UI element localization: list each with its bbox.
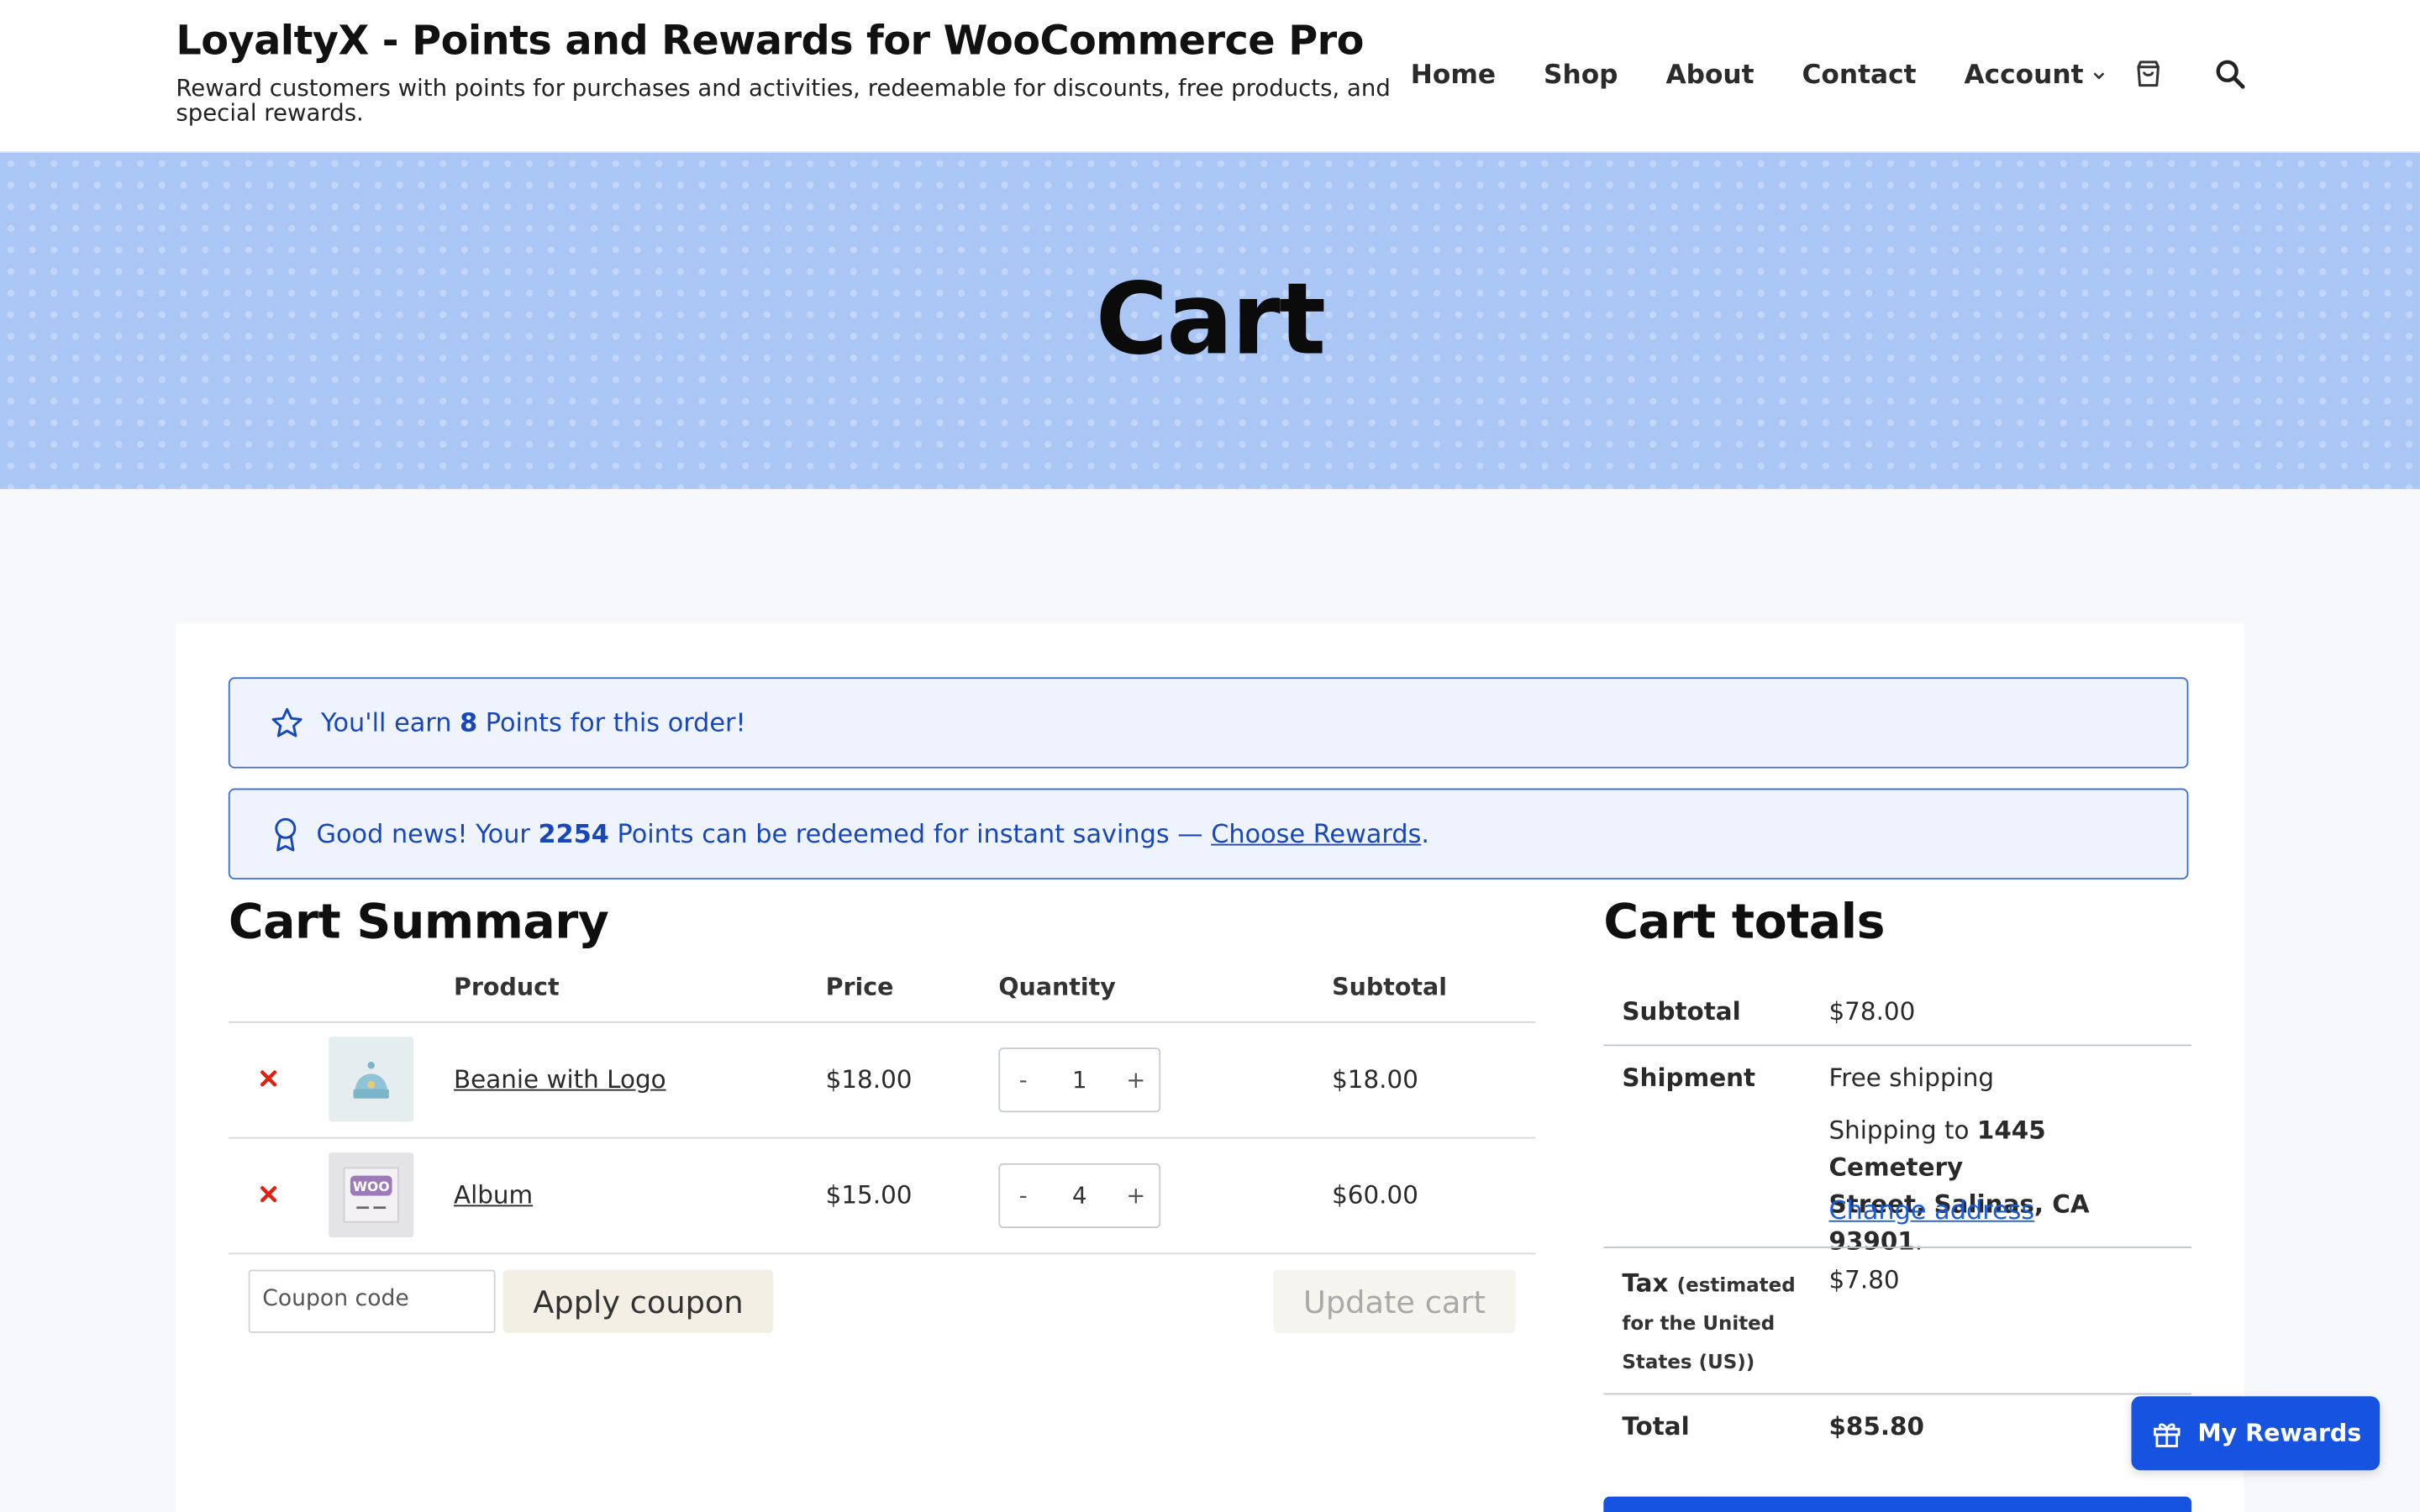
site-title[interactable]: LoyaltyX - Points and Rewards for WooCom… <box>176 18 1364 65</box>
item-price: $15.00 <box>825 1180 913 1210</box>
item-price: $18.00 <box>825 1064 913 1095</box>
remove-item-icon[interactable] <box>258 1068 280 1089</box>
tax-note: for the United <box>1622 1311 1776 1335</box>
quantity-value[interactable]: 1 <box>1049 1066 1110 1094</box>
change-address-link[interactable]: Change address <box>1828 1195 2034 1225</box>
nav-about[interactable]: About <box>1665 60 1754 92</box>
my-rewards-label: My Rewards <box>2197 1419 2362 1447</box>
site-header: LoyaltyX - Points and Rewards for WooCom… <box>0 0 2420 153</box>
totals-divider <box>1603 1247 2192 1248</box>
total-label: Total <box>1622 1411 1690 1441</box>
product-link-album[interactable]: Album <box>454 1180 533 1210</box>
tax-note: States (US)) <box>1622 1350 1755 1373</box>
subtotal-label: Subtotal <box>1622 996 1741 1026</box>
table-divider <box>228 1021 1536 1023</box>
nav-contact[interactable]: Contact <box>1802 60 1917 92</box>
coupon-code-input[interactable]: Coupon code <box>248 1269 496 1333</box>
cart-summary-heading: Cart Summary <box>228 895 609 951</box>
quantity-increment-button[interactable]: + <box>1113 1182 1159 1210</box>
cart-icon[interactable] <box>2131 57 2165 91</box>
site-tagline: Reward customers with points for purchas… <box>176 74 1391 127</box>
quantity-stepper[interactable]: - 1 + <box>998 1047 1161 1113</box>
nav-account-label: Account <box>1964 60 2084 92</box>
nav-shop[interactable]: Shop <box>1544 60 1618 92</box>
shipping-method: Free shipping <box>1828 1063 1995 1093</box>
item-subtotal: $18.00 <box>1332 1064 1418 1095</box>
redeem-text-post: . <box>1421 819 1430 849</box>
row-divider <box>228 1137 1536 1139</box>
album-thumbnail[interactable]: WOO <box>329 1152 414 1238</box>
totals-divider <box>1603 1393 2192 1395</box>
main-nav: Home Shop About Contact Account <box>1411 55 2154 96</box>
star-icon <box>271 707 302 737</box>
earn-text-pre: You'll earn <box>321 708 452 738</box>
redeem-text-mid: Points can be redeemed for instant savin… <box>608 819 1212 849</box>
total-value: $85.80 <box>1828 1411 1924 1441</box>
item-subtotal: $60.00 <box>1332 1180 1418 1210</box>
tax-label-block: Tax (estimated for the United States (US… <box>1622 1265 1815 1381</box>
my-rewards-button[interactable]: My Rewards <box>2131 1396 2381 1471</box>
shipment-label: Shipment <box>1622 1063 1756 1093</box>
col-product: Product <box>453 973 560 1002</box>
nav-home[interactable]: Home <box>1411 60 1496 92</box>
earn-points: 8 <box>460 708 478 738</box>
beanie-thumbnail[interactable] <box>329 1037 414 1122</box>
choose-rewards-link[interactable]: Choose Rewards <box>1211 819 1421 848</box>
page-hero: Cart <box>0 152 2420 490</box>
earn-text-post: Points for this order! <box>477 708 746 738</box>
chevron-down-icon <box>2093 72 2105 80</box>
quantity-increment-button[interactable]: + <box>1113 1066 1159 1094</box>
tax-note: (estimated <box>1676 1273 1796 1296</box>
tax-label: Tax <box>1622 1268 1669 1298</box>
quantity-decrement-button[interactable]: - <box>1000 1066 1046 1094</box>
proceed-to-checkout-button[interactable] <box>1603 1496 2192 1512</box>
gift-icon <box>2153 1423 2181 1447</box>
subtotal-value: $78.00 <box>1828 996 1916 1026</box>
update-cart-button[interactable]: Update cart <box>1273 1269 1516 1333</box>
svg-text:WOO: WOO <box>353 1179 390 1194</box>
shipping-to-text: Shipping to <box>1828 1115 1977 1145</box>
points-redeem-notice: Good news! Your 2254 Points can be redee… <box>228 788 2189 879</box>
award-ribbon-icon <box>275 816 297 851</box>
quantity-decrement-button[interactable]: - <box>1000 1182 1046 1210</box>
row-divider <box>228 1252 1536 1255</box>
quantity-value[interactable]: 4 <box>1049 1182 1110 1210</box>
remove-item-icon[interactable] <box>258 1184 280 1205</box>
cart-totals-heading: Cart totals <box>1603 895 1885 951</box>
col-subtotal: Subtotal <box>1332 973 1447 1002</box>
points-earn-notice: You'll earn 8 Points for this order! <box>228 677 2189 769</box>
quantity-stepper[interactable]: - 4 + <box>998 1163 1161 1229</box>
totals-divider <box>1603 1044 2192 1047</box>
col-price: Price <box>825 973 894 1002</box>
search-icon[interactable] <box>2213 57 2247 91</box>
redeem-points: 2254 <box>538 819 609 849</box>
col-quantity: Quantity <box>998 973 1116 1002</box>
shipping-to-end: . <box>1914 1226 1923 1257</box>
apply-coupon-button[interactable]: Apply coupon <box>502 1269 774 1333</box>
shipping-destination: Shipping to 1445 Cemetery Street, Salinas… <box>1828 1112 2175 1260</box>
tax-value: $7.80 <box>1828 1265 1900 1294</box>
product-link-beanie[interactable]: Beanie with Logo <box>454 1064 666 1094</box>
nav-account[interactable]: Account <box>1964 60 2107 92</box>
page-title: Cart <box>1095 264 1326 378</box>
redeem-text-pre: Good news! Your <box>316 819 539 849</box>
